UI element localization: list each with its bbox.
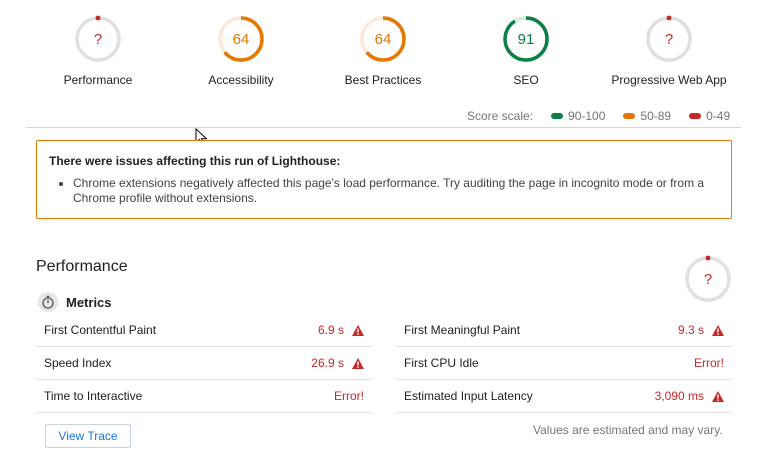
metrics-column-right: First Meaningful Paint 9.3 s First CPU I… (396, 314, 732, 413)
metric-value: 26.9 s (311, 356, 364, 370)
metric-value-text: 9.3 s (677, 323, 704, 337)
metric-label: Speed Index (44, 356, 112, 370)
gauge-label: Progressive Web App (611, 73, 727, 87)
metric-value: 9.3 s (678, 323, 724, 337)
metric-label: Time to Interactive (44, 389, 143, 403)
metrics-note: Values are estimated and may vary. (533, 423, 723, 437)
score-scale: Score scale: 90-100 50-89 0-49 (467, 109, 730, 123)
metric-label: First Contentful Paint (44, 323, 157, 337)
metric-value-text: Error! (334, 389, 364, 403)
warning-item: Chrome extensions negatively affected th… (73, 176, 719, 206)
average-pill-icon (623, 113, 636, 119)
warning-triangle-icon (712, 324, 724, 336)
metrics-column-left: First Contentful Paint 6.9 s Speed Index… (36, 314, 372, 413)
gauge-seo[interactable]: 91 SEO (451, 14, 601, 87)
gauge-accessibility[interactable]: 64 Accessibility (166, 14, 316, 87)
metric-value: 3,090 ms (655, 389, 724, 403)
gauge-score: 91 (518, 31, 535, 48)
gauge-ring: 64 (360, 16, 406, 62)
gauge-score: 64 (375, 31, 392, 48)
gauge-label: Performance (63, 73, 133, 87)
gauge-label: Best Practices (344, 73, 422, 87)
run-warnings-box: There were issues affecting this run of … (36, 140, 732, 219)
scale-average-text: 50-89 (640, 109, 672, 123)
warning-triangle-icon (352, 357, 364, 369)
gauge-ring: 91 (503, 16, 549, 62)
metric-row: Time to Interactive Error! (36, 380, 372, 413)
metric-row: First Meaningful Paint 9.3 s (396, 314, 732, 347)
metric-row: Estimated Input Latency 3,090 ms (396, 380, 732, 413)
metric-value-text: 6.9 s (317, 323, 344, 337)
performance-section-gauge: ? (684, 254, 732, 307)
divider (26, 127, 741, 128)
warning-title: There were issues affecting this run of … (49, 154, 341, 168)
scale-fail-text: 0-49 (706, 109, 731, 123)
gauge-best-practices[interactable]: 64 Best Practices (308, 14, 458, 87)
metric-value: Error! (694, 356, 724, 370)
gauge-score: ? (704, 271, 712, 288)
metric-value-text: 26.9 s (311, 356, 344, 370)
scale-fail: 0-49 (689, 109, 730, 123)
warning-triangle-icon (352, 324, 364, 336)
score-scale-label: Score scale: (467, 109, 534, 123)
pass-pill-icon (551, 113, 564, 119)
metric-label: First CPU Idle (404, 356, 479, 370)
metric-value-text: 3,090 ms (654, 389, 704, 403)
metrics-header: Metrics (38, 292, 112, 312)
metric-value: Error! (334, 389, 364, 403)
gauge-score: ? (94, 31, 102, 48)
metric-label: Estimated Input Latency (404, 389, 533, 403)
metric-value-text: Error! (694, 356, 724, 370)
metric-label: First Meaningful Paint (404, 323, 521, 337)
gauge-ring: ? (646, 15, 692, 62)
scale-pass: 90-100 (551, 109, 605, 123)
section-title-performance: Performance (36, 258, 128, 275)
view-trace-button[interactable]: View Trace (45, 424, 131, 448)
gauge-label: Accessibility (208, 73, 274, 87)
fail-pill-icon (689, 113, 702, 119)
category-gauges: ? Performance 64 Accessibility 64 Best P… (0, 0, 757, 100)
stopwatch-icon (38, 292, 58, 312)
scale-average: 50-89 (623, 109, 671, 123)
metric-value: 6.9 s (318, 323, 364, 337)
metric-row: First CPU Idle Error! (396, 347, 732, 380)
metrics-label: Metrics (66, 294, 112, 310)
gauge-ring: ? (685, 255, 731, 302)
metric-row: First Contentful Paint 6.9 s (36, 314, 372, 347)
warning-triangle-icon (712, 390, 724, 402)
gauge-ring: ? (75, 15, 121, 62)
gauge-score: 64 (233, 31, 250, 48)
scale-pass-text: 90-100 (568, 109, 606, 123)
gauge-score: ? (665, 31, 673, 48)
gauge-ring: 64 (218, 16, 264, 62)
metric-row: Speed Index 26.9 s (36, 347, 372, 380)
gauge-label: SEO (513, 73, 539, 87)
gauge-performance[interactable]: ? Performance (23, 14, 173, 87)
warning-list: Chrome extensions negatively affected th… (49, 176, 719, 206)
gauge-progressive-web-app[interactable]: ? Progressive Web App (594, 14, 744, 87)
